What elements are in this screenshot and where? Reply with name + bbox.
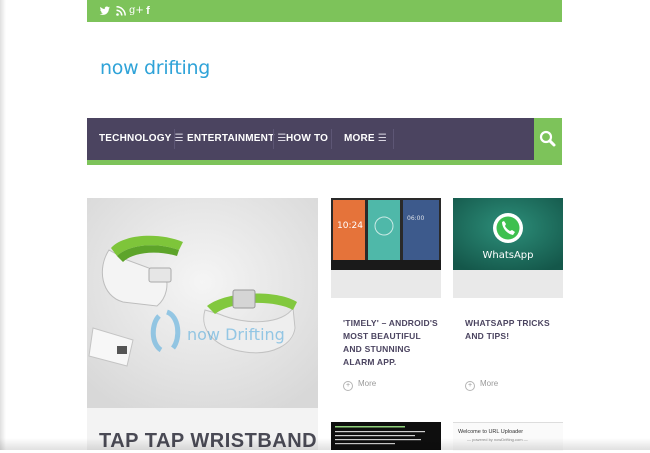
nav-item-label: HOW TO: [286, 133, 329, 144]
plus-circle-icon: +: [465, 381, 475, 391]
card-band: [331, 270, 441, 298]
nav-item-how-to[interactable]: HOW TO: [286, 118, 328, 160]
nav-item-label: TECHNOLOGY: [99, 133, 172, 144]
uploader-title: Welcome to URL Uploader: [458, 429, 524, 435]
thumb-whatsapp-text: WhatsApp: [482, 250, 533, 261]
wristband-photo: now Drifting: [87, 198, 318, 408]
site-logo[interactable]: now drifting: [100, 57, 210, 79]
submenu-icon: ☰: [377, 133, 387, 144]
nav-item-more[interactable]: MORE ☰: [344, 118, 387, 160]
google-plus-icon[interactable]: g+: [129, 5, 144, 17]
svg-text:06:00: 06:00: [407, 215, 424, 222]
card-title-timely[interactable]: 'TIMELY' – ANDROID'S MOST BEAUTIFUL AND …: [343, 317, 439, 369]
nav-divider: [273, 129, 274, 149]
window-edge-shadow: [0, 438, 650, 450]
window-edge-shadow: [0, 0, 6, 450]
social-bar: g+ f: [87, 0, 562, 22]
nav-divider: [331, 129, 332, 149]
twitter-icon[interactable]: [99, 5, 111, 17]
search-button[interactable]: [534, 118, 562, 160]
page-wrapper: g+ f now drifting TECHNOLOGY ☰ ENTERTAINM…: [87, 0, 563, 452]
whatsapp-thumbnail: WhatsApp: [453, 198, 563, 270]
card-thumbnail-whatsapp[interactable]: WhatsApp: [453, 198, 563, 270]
nav-item-label: MORE: [344, 133, 375, 144]
featured-article-image[interactable]: now Drifting: [87, 198, 318, 408]
timely-app-screenshot: 10:24 06:00: [331, 198, 441, 270]
nav-accent-bar: [87, 160, 562, 165]
nav-item-label: ENTERTAINMENT: [187, 133, 275, 144]
card-thumbnail-timely[interactable]: 10:24 06:00: [331, 198, 441, 270]
nav-item-entertainment[interactable]: ENTERTAINMENT ☰: [187, 118, 287, 160]
submenu-icon: ☰: [174, 133, 184, 144]
plus-circle-icon: +: [343, 381, 353, 391]
card-band: [453, 270, 563, 298]
more-label: More: [480, 379, 499, 388]
main-nav: TECHNOLOGY ☰ ENTERTAINMENT ☰ HOW TO MORE ☰: [87, 118, 562, 160]
more-link-whatsapp[interactable]: + More: [465, 379, 498, 391]
thumb-clock-text: 10:24: [337, 221, 363, 231]
rss-icon[interactable]: [115, 5, 127, 17]
more-label: More: [358, 379, 377, 388]
nav-item-technology[interactable]: TECHNOLOGY ☰: [99, 118, 184, 160]
nav-divider: [174, 129, 175, 149]
more-link-timely[interactable]: + More: [343, 379, 376, 391]
card-whatsapp: [453, 298, 563, 414]
facebook-icon[interactable]: f: [142, 5, 154, 17]
search-icon: [539, 130, 556, 147]
nav-divider: [393, 129, 394, 149]
card-title-whatsapp[interactable]: WHATSAPP TRICKS AND TIPS!: [465, 317, 561, 343]
watermark-text: now Drifting: [187, 325, 285, 344]
